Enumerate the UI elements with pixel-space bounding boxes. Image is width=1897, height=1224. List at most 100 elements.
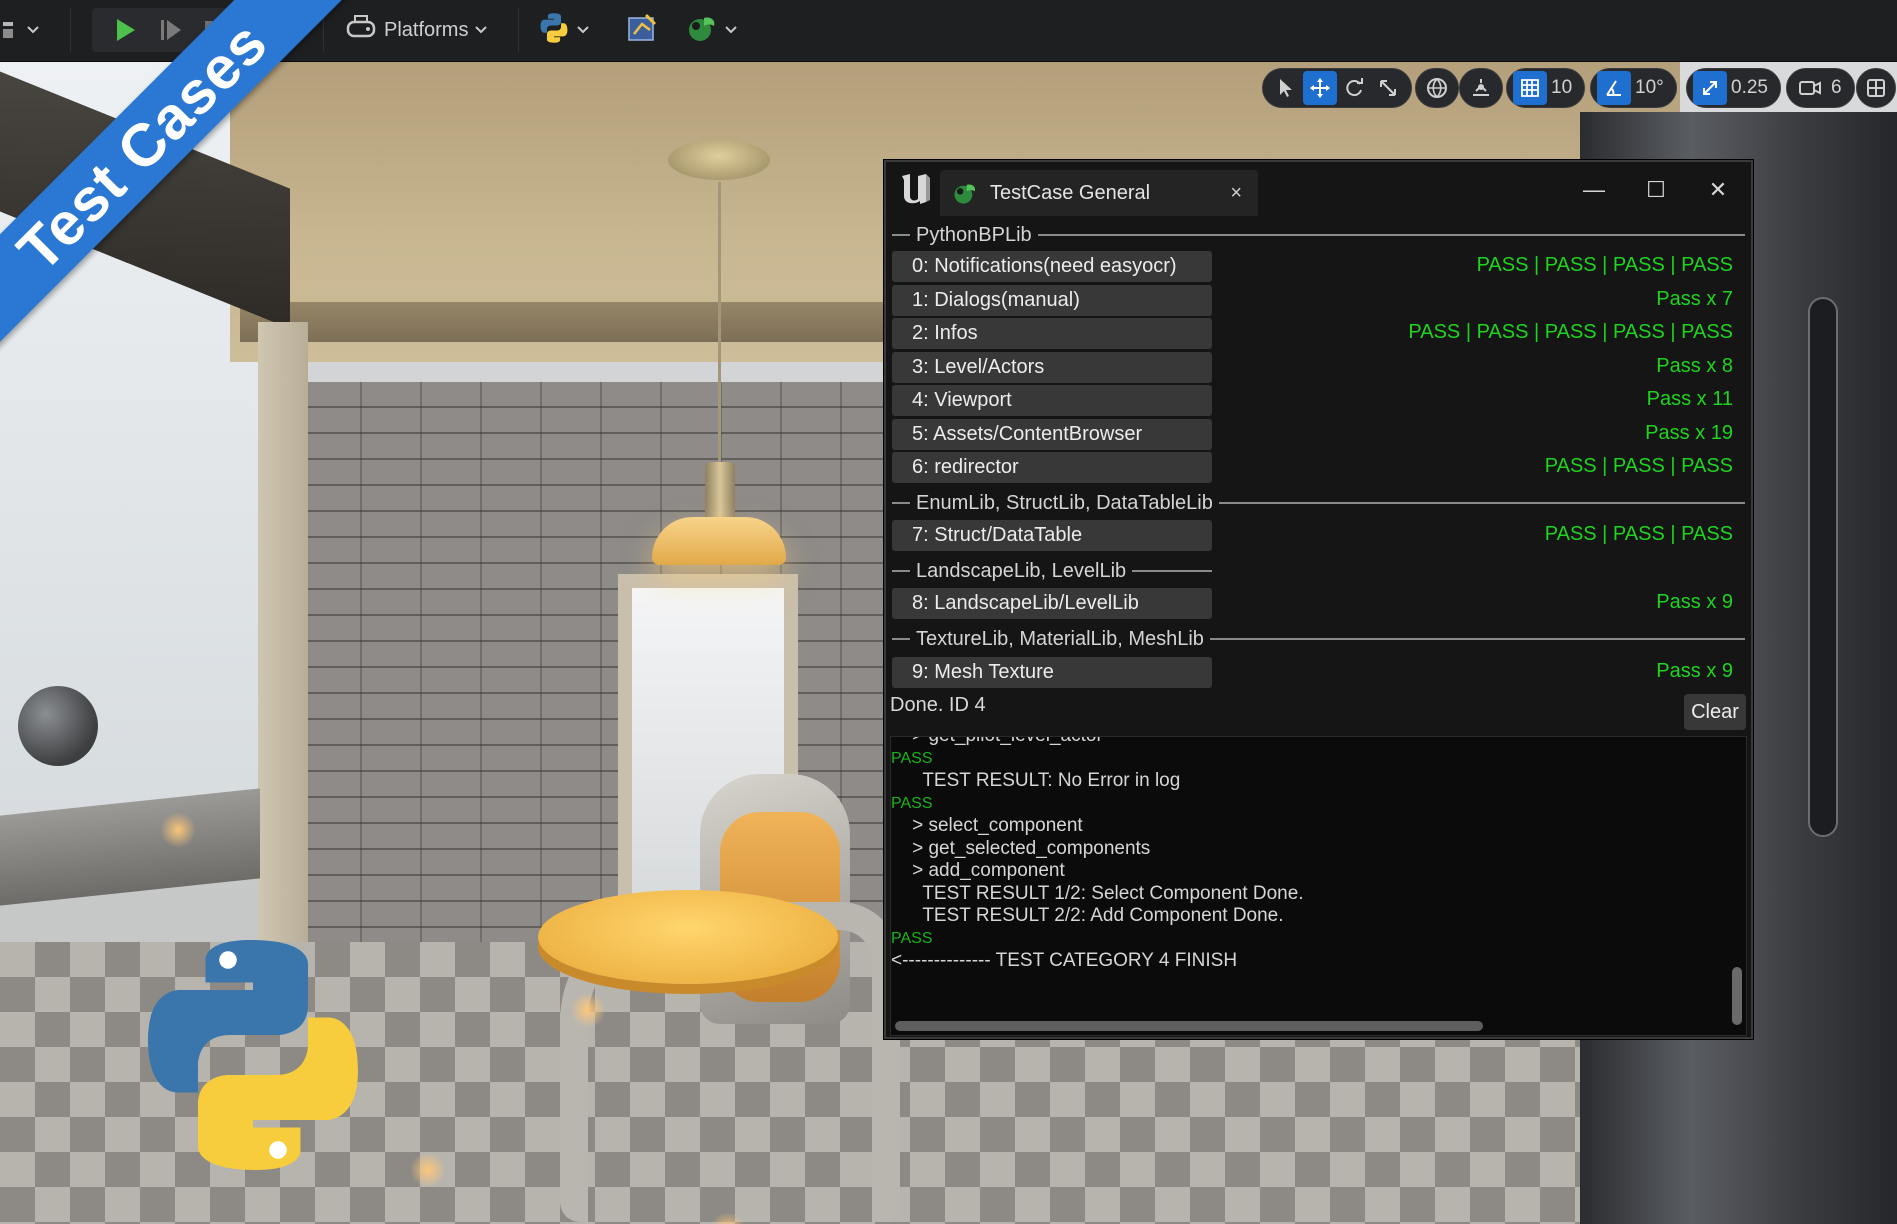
test-button[interactable]: 1: Dialogs(manual) bbox=[892, 285, 1212, 316]
test-button[interactable]: 4: Viewport bbox=[892, 385, 1212, 416]
test-button[interactable]: 0: Notifications(need easyocr) bbox=[892, 251, 1212, 282]
log-pass-line: PASS bbox=[891, 929, 933, 947]
test-button[interactable]: 7: Struct/DataTable bbox=[892, 520, 1212, 551]
scale-snap-icon[interactable] bbox=[1693, 71, 1727, 105]
horizontal-scrollbar[interactable] bbox=[895, 1021, 1483, 1031]
camera-speed-control[interactable]: 6 bbox=[1786, 68, 1855, 108]
log-line: TEST RESULT 1/2: Select Component Done. bbox=[891, 882, 1304, 904]
select-icon[interactable] bbox=[1269, 71, 1303, 105]
play-icon[interactable] bbox=[102, 8, 148, 52]
section-label: LandscapeLib, LevelLib bbox=[916, 559, 1127, 582]
test-button[interactable]: 3: Level/Actors bbox=[892, 352, 1212, 383]
test-button[interactable]: 8: LandscapeLib/LevelLib bbox=[892, 588, 1212, 619]
output-log-lines: > get_pilot_level_actorPASS TEST RESULT:… bbox=[891, 737, 1731, 973]
section-rule bbox=[892, 638, 910, 640]
test-row: 6: redirector PASS | PASS | PASS bbox=[892, 452, 1745, 483]
test-row: 3: Level/Actors Pass x 8 bbox=[892, 352, 1745, 383]
viewport-pillar-slot bbox=[1808, 297, 1838, 837]
surface-snap-icon bbox=[1464, 71, 1498, 105]
platforms-button[interactable]: Platforms bbox=[346, 8, 488, 52]
test-row: 7: Struct/DataTable PASS | PASS | PASS bbox=[892, 520, 1745, 551]
log-pass-line: PASS bbox=[891, 749, 933, 767]
globe-icon bbox=[1420, 71, 1454, 105]
scale-icon[interactable] bbox=[1371, 71, 1405, 105]
tab-close-icon[interactable]: × bbox=[1230, 182, 1242, 205]
rotation-snap-value[interactable]: 10° bbox=[1631, 77, 1670, 99]
test-button[interactable]: 9: Mesh Texture bbox=[892, 657, 1212, 688]
tab-testcase-general[interactable]: TestCase General × bbox=[940, 170, 1258, 216]
test-row: 1: Dialogs(manual) Pass x 7 bbox=[892, 285, 1745, 316]
test-result: Pass x 9 bbox=[1656, 660, 1733, 682]
test-row: 9: Mesh Texture Pass x 9 bbox=[892, 657, 1745, 688]
table-top bbox=[538, 890, 838, 984]
log-line: <-------------- TEST CATEGORY 4 FINISH bbox=[891, 950, 1238, 971]
section-rule bbox=[892, 234, 910, 236]
surface-snap-toggle[interactable] bbox=[1459, 68, 1503, 108]
log-line: > select_component bbox=[891, 815, 1083, 836]
lamp-canopy bbox=[668, 140, 770, 180]
grid-snap-control[interactable]: 10 bbox=[1506, 68, 1586, 108]
test-result: PASS | PASS | PASS bbox=[1544, 455, 1733, 477]
scale-snap-value[interactable]: 0.25 bbox=[1727, 77, 1774, 99]
lamp-cord bbox=[718, 182, 721, 502]
editor-screen: Platforms Test Cases 10 10° 0.25 6 TestC… bbox=[0, 0, 1897, 1224]
test-row: 4: Viewport Pass x 11 bbox=[892, 385, 1745, 416]
tab-label: TestCase General bbox=[990, 181, 1151, 204]
log-line: > add_component bbox=[891, 860, 1065, 881]
toolbar-divider bbox=[70, 8, 71, 52]
python-logo-icon bbox=[148, 940, 358, 1170]
grid-snap-icon[interactable] bbox=[1513, 71, 1547, 105]
viewport-sphere bbox=[18, 686, 98, 766]
log-line: > get_selected_components bbox=[891, 837, 1151, 859]
angle-snap-icon[interactable] bbox=[1597, 71, 1631, 105]
section-rule bbox=[1209, 638, 1745, 640]
move-icon[interactable] bbox=[1303, 71, 1337, 105]
rotation-snap-control[interactable]: 10° bbox=[1590, 68, 1677, 108]
log-line: TEST RESULT: No Error in log bbox=[891, 770, 1181, 791]
lamp-shade bbox=[652, 517, 786, 565]
test-result: Pass x 8 bbox=[1656, 355, 1733, 377]
section-label: PythonBPLib bbox=[916, 223, 1032, 246]
toolbar-divider bbox=[518, 8, 519, 52]
section-header: TextureLib, MaterialLib, MeshLib bbox=[892, 626, 1745, 652]
window-titlebar[interactable]: TestCase General × — ☐ ✕ bbox=[886, 162, 1751, 222]
section-label: TextureLib, MaterialLib, MeshLib bbox=[916, 627, 1204, 650]
grid-snap-value[interactable]: 10 bbox=[1547, 77, 1578, 99]
chevron-down-icon[interactable] bbox=[26, 22, 40, 38]
test-result: PASS | PASS | PASS | PASS bbox=[1476, 254, 1733, 276]
menu-icon[interactable] bbox=[0, 8, 20, 52]
viewport-layout-button[interactable] bbox=[1856, 68, 1896, 108]
section-rule bbox=[892, 570, 910, 572]
world-local-toggle[interactable] bbox=[1415, 68, 1459, 108]
testcase-window: TestCase General × — ☐ ✕ PythonBPLib 0: … bbox=[884, 160, 1753, 1039]
log-pass-line: PASS bbox=[891, 794, 933, 812]
light-glow bbox=[160, 812, 196, 848]
test-button[interactable]: 6: redirector bbox=[892, 452, 1212, 483]
platforms-icon bbox=[346, 14, 378, 47]
camera-speed-value[interactable]: 6 bbox=[1827, 77, 1848, 99]
vertical-scrollbar[interactable] bbox=[1732, 967, 1742, 1025]
chevron-down-icon bbox=[724, 22, 738, 38]
section-rule bbox=[1037, 234, 1745, 236]
menu-group[interactable] bbox=[0, 8, 40, 52]
camera-icon[interactable] bbox=[1793, 71, 1827, 105]
scale-snap-control[interactable]: 0.25 bbox=[1686, 68, 1781, 108]
python-menu-button[interactable] bbox=[538, 8, 590, 52]
testcase-menu-button[interactable] bbox=[686, 8, 738, 52]
test-button[interactable]: 2: Infos bbox=[892, 318, 1212, 349]
clear-button[interactable]: Clear bbox=[1684, 694, 1746, 730]
status-text: Done. ID 4 bbox=[890, 694, 986, 716]
close-button[interactable]: ✕ bbox=[1696, 172, 1740, 208]
blueprint-button[interactable] bbox=[626, 8, 658, 52]
maximize-button[interactable]: ☐ bbox=[1634, 172, 1678, 208]
minimize-button[interactable]: — bbox=[1572, 172, 1616, 208]
python-icon bbox=[538, 12, 570, 49]
test-row: 0: Notifications(need easyocr) PASS | PA… bbox=[892, 251, 1745, 282]
rotate-icon[interactable] bbox=[1337, 71, 1371, 105]
testcase-icon bbox=[952, 180, 978, 206]
chevron-down-icon bbox=[474, 22, 488, 38]
test-button[interactable]: 5: Assets/ContentBrowser bbox=[892, 419, 1212, 450]
platforms-label: Platforms bbox=[384, 18, 469, 41]
output-log[interactable]: > get_pilot_level_actorPASS TEST RESULT:… bbox=[890, 736, 1747, 1036]
light-glow bbox=[570, 992, 606, 1028]
